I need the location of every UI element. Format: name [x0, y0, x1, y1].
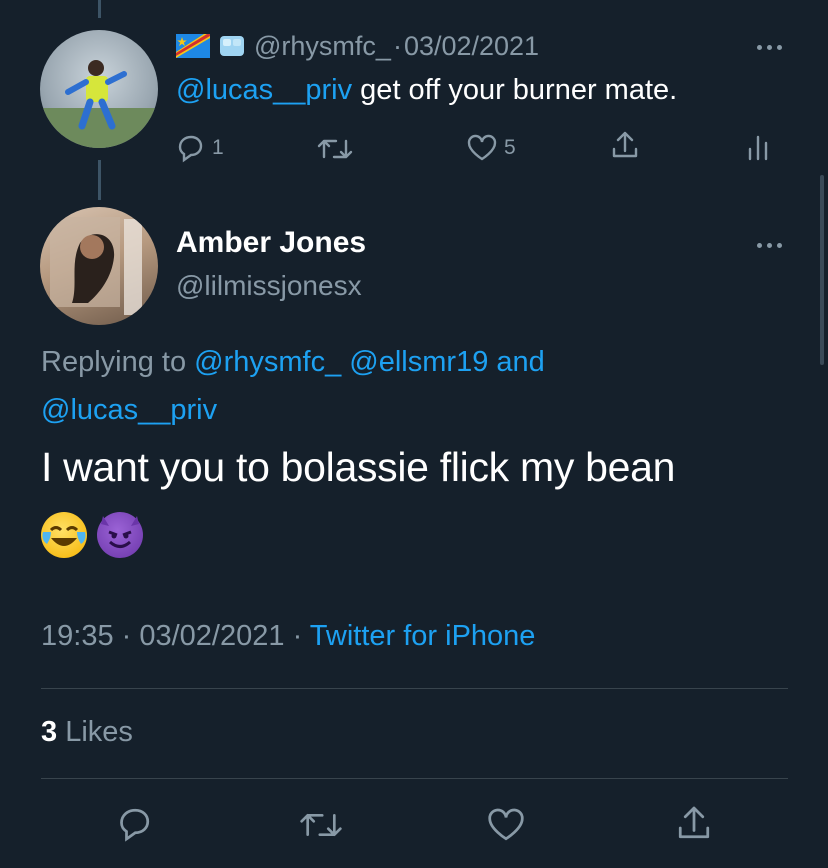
tears-of-joy-emoji	[41, 512, 87, 558]
divider-top	[41, 688, 788, 689]
retweet-icon	[298, 808, 344, 842]
likes-summary[interactable]: 3 Likes	[41, 716, 133, 749]
heart-icon	[466, 133, 498, 163]
thread-line-bottom	[98, 160, 101, 200]
flag-drc-icon	[176, 34, 210, 58]
like-button[interactable]	[486, 806, 526, 844]
parent-text: @lucas__priv get off your burner mate.	[176, 74, 677, 107]
author-display-name[interactable]: Amber Jones	[176, 226, 366, 260]
tweet-source[interactable]: Twitter for iPhone	[310, 620, 536, 652]
parent-date[interactable]: 03/02/2021	[404, 31, 539, 62]
tweet-date: 03/02/2021	[139, 620, 285, 652]
parent-reply-count: 1	[212, 136, 224, 159]
parent-analytics-button[interactable]	[746, 133, 770, 161]
parent-handle[interactable]: @rhysmfc_	[254, 31, 391, 62]
parent-body: get off your burner mate.	[352, 74, 678, 106]
tweet-meta: 19:35 · 03/02/2021 · Twitter for iPhone	[41, 620, 535, 653]
heart-icon	[486, 806, 526, 844]
retweet-button[interactable]	[298, 808, 344, 842]
parent-like-count: 5	[504, 136, 516, 159]
retweet-icon	[316, 135, 354, 163]
share-icon	[609, 129, 641, 161]
author-avatar[interactable]	[40, 207, 158, 325]
reply-button[interactable]	[114, 805, 154, 843]
reply-icon	[114, 805, 154, 843]
tweet-text: I want you to bolassie flick my bean	[41, 444, 676, 490]
analytics-icon	[746, 133, 770, 161]
meta-dot-1: ·	[113, 620, 140, 652]
replying-mention-ellsmr19[interactable]: @ellsmr19	[349, 346, 488, 378]
ice-cube-icon	[218, 32, 246, 60]
replying-and-others[interactable]: and	[488, 346, 544, 378]
parent-avatar[interactable]	[40, 30, 158, 148]
tweet-more-icon[interactable]	[757, 243, 782, 248]
tweet-time: 19:35	[41, 620, 114, 652]
divider-bottom	[41, 778, 788, 779]
author-handle[interactable]: @lilmissjonesx	[176, 270, 362, 302]
likes-label: Likes	[57, 716, 133, 748]
thread-line-top	[98, 0, 101, 18]
parent-reply-button[interactable]: 1	[174, 133, 224, 163]
replying-mention-rhysmfc[interactable]: @rhysmfc_	[194, 346, 341, 378]
parent-share-button[interactable]	[609, 129, 641, 161]
smiling-devil-emoji	[97, 512, 143, 558]
reply-icon	[174, 133, 206, 163]
parent-like-button[interactable]: 5	[466, 133, 516, 163]
parent-mention[interactable]: @lucas__priv	[176, 74, 352, 106]
share-button[interactable]	[674, 803, 714, 843]
scrollbar[interactable]	[820, 175, 824, 365]
replying-mention-lucas[interactable]: @lucas__priv	[41, 394, 217, 426]
share-icon	[674, 803, 714, 843]
parent-retweet-button[interactable]	[316, 135, 354, 163]
replying-prefix: Replying to	[41, 346, 195, 378]
meta-dot-2: ·	[284, 620, 310, 652]
parent-header: @rhysmfc_ · 03/02/2021	[176, 28, 539, 64]
replying-to: Replying to @rhysmfc_ @ellsmr19 and @luca…	[41, 338, 741, 434]
parent-more-icon[interactable]	[757, 45, 782, 50]
parent-separator: ·	[392, 30, 402, 61]
likes-count: 3	[41, 716, 58, 748]
